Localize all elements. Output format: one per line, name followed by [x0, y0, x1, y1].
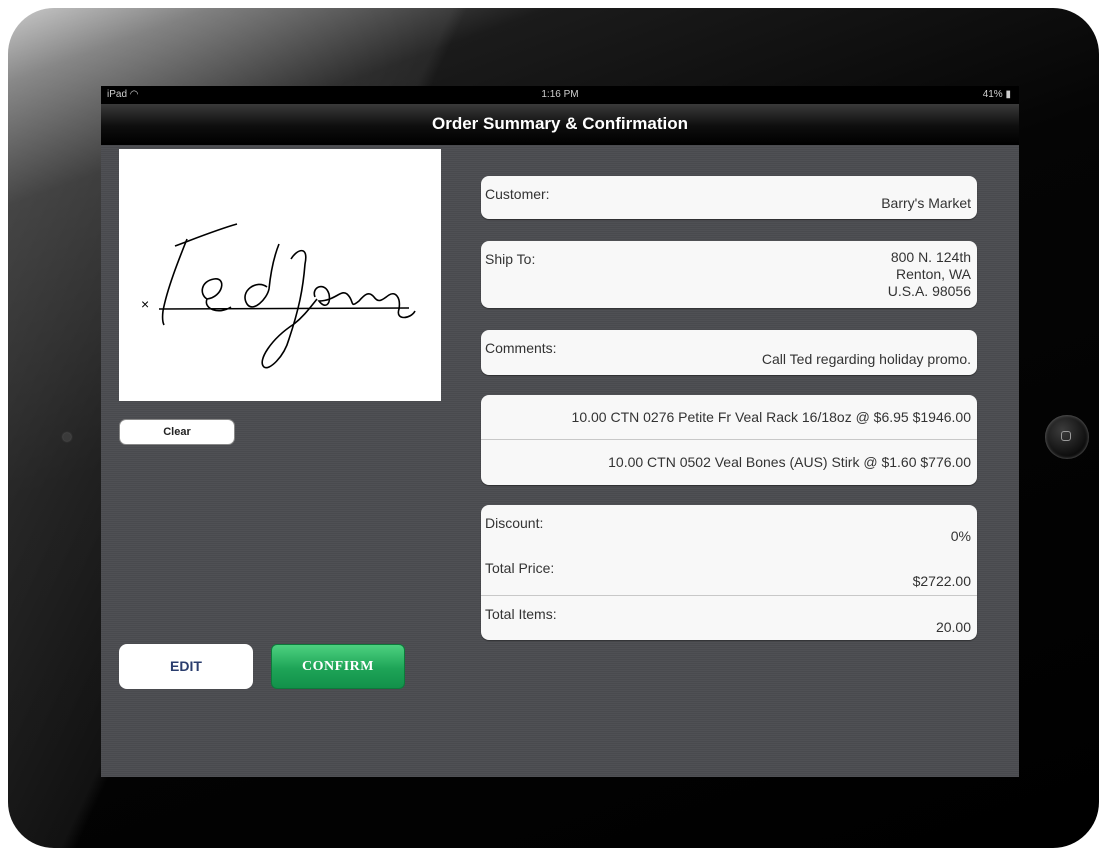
total-price-label: Total Price: [485, 560, 555, 576]
customer-value: Barry's Market [881, 195, 971, 211]
battery-percent: 41% [982, 89, 1003, 100]
home-button-icon [1061, 431, 1071, 441]
battery-indicator: 41% ▮ [983, 86, 1011, 104]
navigation-bar: Order Summary & Confirmation [101, 104, 1019, 145]
comments-value: Call Ted regarding holiday promo. [761, 351, 971, 367]
clear-signature-button[interactable]: Clear [119, 419, 235, 445]
customer-panel: Customer: Barry's Market [481, 176, 977, 219]
edit-button[interactable]: EDIT [119, 644, 253, 689]
ship-to-line: 800 N. 124th [890, 249, 971, 265]
battery-icon: ▮ [1005, 89, 1011, 100]
confirm-button[interactable]: CONFIRM [271, 644, 405, 689]
comments-panel: Comments: Call Ted regarding holiday pro… [481, 330, 977, 375]
order-item-row[interactable]: 10.00 CTN 0276 Petite Fr Veal Rack 16/18… [481, 395, 977, 440]
comments-label: Comments: [485, 340, 557, 356]
signature-x-mark: × [141, 296, 149, 312]
ship-to-label: Ship To: [485, 251, 536, 267]
ship-to-line: U.S.A. 98056 [887, 283, 971, 299]
order-items-list: 10.00 CTN 0276 Petite Fr Veal Rack 16/18… [481, 395, 977, 485]
discount-value: 0% [950, 528, 971, 544]
page-title: Order Summary & Confirmation [432, 114, 688, 133]
order-item-row[interactable]: 10.00 CTN 0502 Veal Bones (AUS) Stirk @ … [481, 440, 977, 485]
signature-pad[interactable]: × [119, 149, 441, 401]
total-price-row: Total Price: $2722.00 [481, 550, 977, 595]
app-screen: iPad ◠ 1:16 PM 41% ▮ Order Summary & Con… [101, 86, 1019, 777]
discount-label: Discount: [485, 515, 544, 531]
total-price-value: $2722.00 [912, 573, 971, 589]
ship-to-address: 800 N. 124th Renton, WA U.S.A. 98056 [888, 249, 971, 300]
status-bar: iPad ◠ 1:16 PM 41% ▮ [101, 86, 1019, 104]
camera-icon [63, 433, 71, 441]
discount-row: Discount: 0% [481, 505, 977, 550]
total-items-row: Total Items: 20.00 [481, 595, 977, 640]
status-time: 1:16 PM [541, 89, 579, 100]
ship-to-panel: Ship To: 800 N. 124th Renton, WA U.S.A. … [481, 241, 977, 308]
total-items-value: 20.00 [935, 619, 971, 635]
customer-label: Customer: [485, 186, 550, 202]
total-items-label: Total Items: [485, 606, 557, 622]
signature-drawing: × [141, 223, 416, 369]
totals-panel: Discount: 0% Total Price: $2722.00 Total… [481, 505, 977, 640]
ship-to-line: Renton, WA [896, 266, 971, 282]
